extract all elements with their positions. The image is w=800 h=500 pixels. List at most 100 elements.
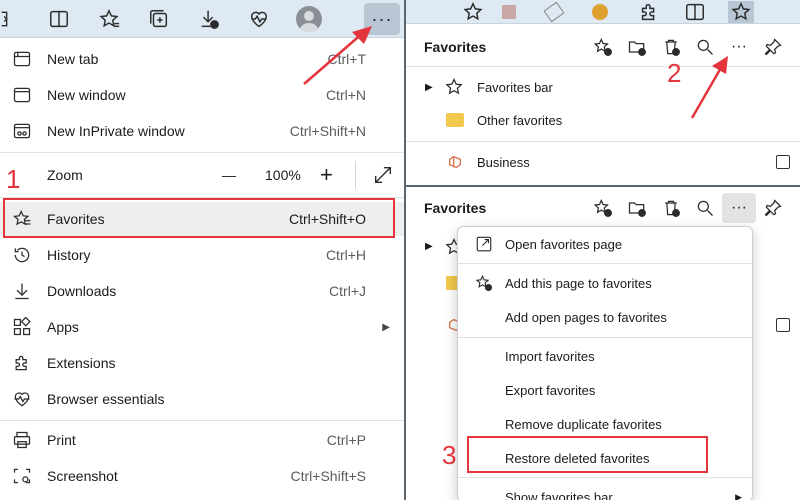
- menu-divider: [0, 197, 404, 198]
- favorites-panel-bottom: Favorites ··· ▶ Open favorites page Add …: [406, 185, 800, 500]
- add-favorite-star-icon[interactable]: [462, 1, 484, 23]
- add-folder-icon[interactable]: [620, 193, 654, 223]
- extension-icon-3[interactable]: [592, 3, 608, 20]
- expand-arrow-icon[interactable]: ▶: [425, 82, 433, 93]
- fullscreen-icon[interactable]: [372, 164, 394, 186]
- menu-divider: [0, 152, 404, 153]
- menu-item-label: Open favorites page: [505, 236, 623, 252]
- delete-favorites-icon[interactable]: [654, 193, 688, 223]
- zoom-in-button[interactable]: +: [320, 162, 333, 188]
- menu-item-show-favorites-bar[interactable]: Show favorites bar ▶: [458, 480, 752, 500]
- menu-item-label: Browser essentials: [47, 391, 165, 407]
- submenu-arrow-icon: ▶: [382, 321, 390, 333]
- new-tab-icon: [11, 48, 33, 70]
- menu-item-label: Screenshot: [47, 468, 118, 484]
- step-number-1: 1: [6, 164, 21, 194]
- favorites-star-icon[interactable]: [92, 2, 126, 36]
- pin-icon[interactable]: [756, 32, 790, 62]
- menu-item-label: Show favorites bar: [505, 489, 613, 500]
- apps-icon: [11, 316, 33, 338]
- downloads-icon[interactable]: [192, 2, 226, 36]
- menu-item-label: Zoom: [47, 167, 83, 183]
- menu-item-new-inprivate-window[interactable]: New InPrivate window Ctrl+Shift+N: [0, 114, 404, 148]
- menu-item-label: Restore deleted favorites: [505, 450, 650, 466]
- menu-item-screenshot[interactable]: Screenshot Ctrl+Shift+S: [0, 459, 404, 493]
- tab-actions-icon[interactable]: [0, 2, 20, 36]
- menu-item-label: Export favorites: [505, 382, 596, 398]
- favorites-panel-header: Favorites ···: [406, 189, 800, 227]
- menu-item-shortcut: Ctrl+H: [325, 247, 366, 263]
- menu-item-favorites[interactable]: Favorites Ctrl+Shift+O: [0, 202, 404, 236]
- menu-divider: [458, 477, 752, 478]
- arrow-annotation-2: [690, 56, 728, 119]
- zoom-out-button[interactable]: —: [222, 167, 236, 183]
- menu-item-label: Favorites: [47, 211, 105, 227]
- menu-item-open-favorites-page[interactable]: Open favorites page: [458, 227, 752, 261]
- menu-item-label: Add open pages to favorites: [505, 309, 667, 325]
- menu-item-restore-deleted[interactable]: Restore deleted favorites: [458, 441, 752, 475]
- favorites-panel-header: Favorites ···: [406, 28, 800, 66]
- arrow-annotation-1: [303, 26, 372, 85]
- favorite-folder-other[interactable]: Other favorites: [406, 103, 800, 137]
- extensions-puzzle-icon[interactable]: [638, 1, 660, 23]
- pin-icon[interactable]: [756, 193, 790, 223]
- split-screen-icon[interactable]: [684, 1, 706, 23]
- favorite-folder-favorites-bar[interactable]: ▶ Favorites bar: [406, 70, 800, 104]
- heart-pulse-icon: [11, 388, 33, 410]
- menu-item-shortcut: Ctrl+Shift+N: [289, 123, 366, 139]
- menu-item-shortcut: Ctrl+N: [325, 87, 366, 103]
- expand-arrow-icon: ▶: [425, 241, 433, 252]
- open-in-new-icon[interactable]: [776, 155, 790, 169]
- printer-icon: [11, 429, 33, 451]
- open-external-icon: [474, 234, 494, 254]
- favorites-star-icon[interactable]: [728, 0, 754, 23]
- menu-item-browser-essentials[interactable]: Browser essentials: [0, 382, 404, 416]
- search-icon[interactable]: [688, 193, 722, 223]
- star-icon: [444, 237, 458, 257]
- extensions-puzzle-icon: [11, 352, 33, 374]
- menu-item-apps[interactable]: Apps ▶: [0, 310, 404, 344]
- panel-toolbar: ···: [586, 189, 790, 227]
- submenu-arrow-icon: ▶: [735, 491, 742, 500]
- menu-item-add-open-pages[interactable]: Add open pages to favorites: [458, 300, 752, 334]
- favorites-more-menu: Open favorites page Add this page to fav…: [457, 226, 753, 500]
- menu-item-export-favorites[interactable]: Export favorites: [458, 373, 752, 407]
- panel-divider: [406, 141, 800, 142]
- add-favorite-icon[interactable]: [586, 32, 620, 62]
- more-options-icon[interactable]: ···: [722, 193, 756, 223]
- panel-title: Favorites: [424, 39, 487, 55]
- menu-item-add-this-page[interactable]: Add this page to favorites: [458, 266, 752, 300]
- add-folder-icon[interactable]: [620, 32, 654, 62]
- add-favorite-icon[interactable]: [586, 193, 620, 223]
- browser-essentials-icon[interactable]: [242, 2, 276, 36]
- menu-item-history[interactable]: History Ctrl+H: [0, 238, 404, 272]
- menu-item-extensions[interactable]: Extensions: [0, 346, 404, 380]
- menu-item-remove-duplicates[interactable]: Remove duplicate favorites: [458, 407, 752, 441]
- menu-item-label: New tab: [47, 51, 99, 67]
- menu-item-label: Apps: [47, 319, 79, 335]
- menu-item-label: Extensions: [47, 355, 116, 371]
- menu-item-label: Downloads: [47, 283, 117, 299]
- menu-item-label: Print: [47, 432, 76, 448]
- zoom-level: 100%: [265, 167, 301, 183]
- extension-icon-2[interactable]: [543, 1, 565, 22]
- favorite-item-business[interactable]: Business: [406, 145, 800, 179]
- favorite-label: Business: [477, 154, 530, 170]
- menu-item-label: Add this page to favorites: [505, 275, 652, 291]
- split-screen-icon[interactable]: [42, 2, 76, 36]
- collections-icon[interactable]: [142, 2, 176, 36]
- browser-toolbar-partial: [406, 0, 800, 24]
- panel-title: Favorites: [424, 200, 487, 216]
- menu-item-label: New InPrivate window: [47, 123, 185, 139]
- panel-divider: [406, 66, 800, 67]
- open-in-new-icon: [776, 318, 790, 332]
- download-icon: [11, 280, 33, 302]
- menu-item-import-favorites[interactable]: Import favorites: [458, 339, 752, 373]
- inprivate-icon: [11, 120, 33, 142]
- menu-item-label: Remove duplicate favorites: [505, 416, 662, 432]
- step-number-2: 2: [667, 58, 682, 88]
- menu-item-print[interactable]: Print Ctrl+P: [0, 423, 404, 457]
- menu-item-shortcut: Ctrl+P: [326, 432, 366, 448]
- menu-item-downloads[interactable]: Downloads Ctrl+J: [0, 274, 404, 308]
- extension-icon-1[interactable]: [502, 4, 516, 19]
